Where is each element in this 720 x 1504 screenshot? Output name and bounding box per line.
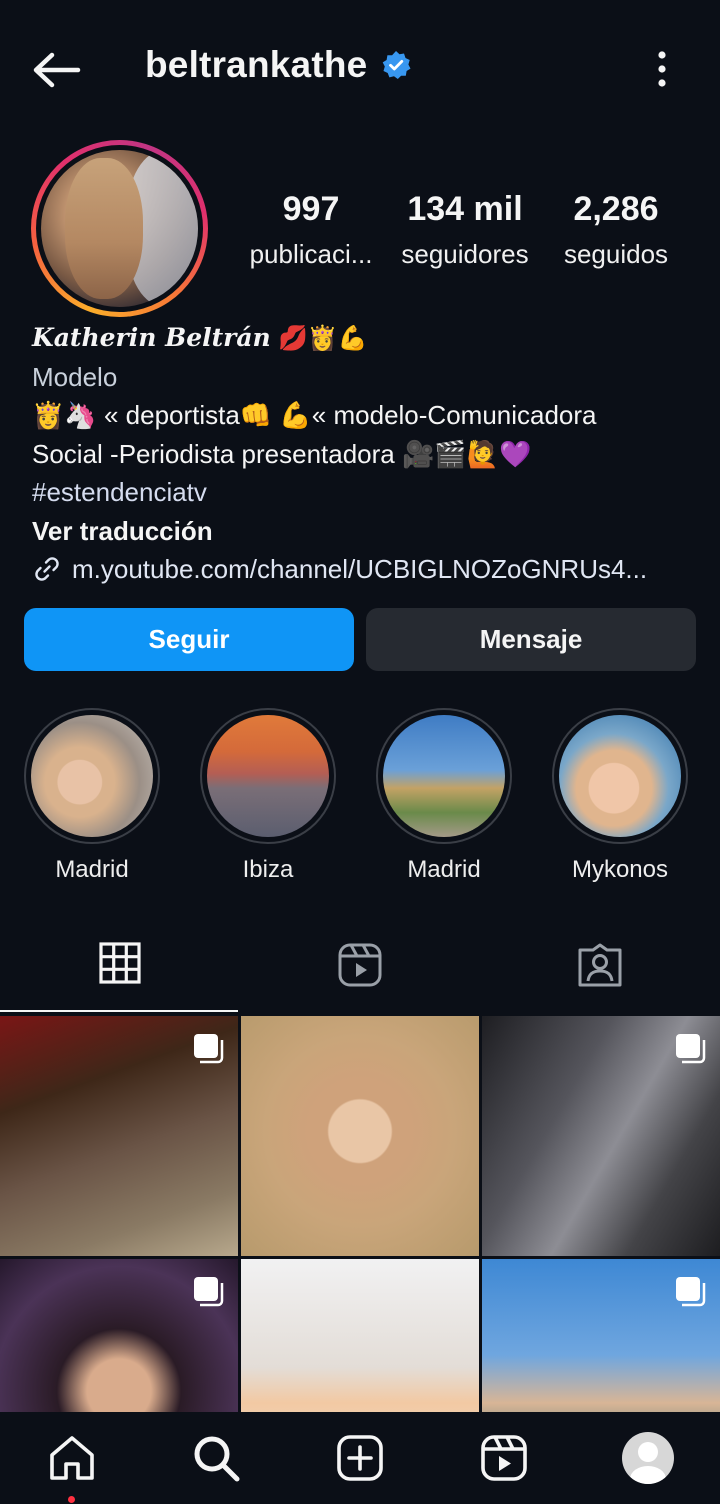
reels-icon — [338, 943, 382, 987]
highlight-cover — [559, 715, 681, 837]
username-row: beltrankathe — [145, 44, 411, 86]
reels-icon — [481, 1435, 527, 1481]
nav-reels[interactable] — [478, 1432, 530, 1484]
grid-post[interactable] — [0, 1016, 238, 1256]
tagged-icon — [578, 943, 622, 987]
username: beltrankathe — [145, 44, 368, 85]
highlight-mykonos[interactable]: Mykonos — [552, 708, 688, 884]
grid-post[interactable] — [482, 1259, 720, 1412]
carousel-icon — [676, 1034, 706, 1064]
category-label: Modelo — [32, 361, 118, 392]
bio-line-1: 👸🦄 « deportista👊 💪« modelo-Comunicadora — [32, 400, 597, 430]
nav-create[interactable] — [334, 1432, 386, 1484]
highlight-label: Madrid — [55, 856, 129, 883]
display-name-row: Katherin Beltrán 💋👸💪 — [32, 318, 692, 358]
grid-post[interactable] — [0, 1259, 238, 1412]
top-bar: beltrankathe — [0, 0, 720, 140]
verified-badge-icon — [383, 51, 411, 79]
bottom-nav — [0, 1412, 720, 1504]
following-count[interactable]: 2,286 seguidos — [556, 190, 676, 270]
grid-icon — [99, 942, 141, 984]
highlight-cover — [31, 715, 153, 837]
highlight-cover — [207, 715, 329, 837]
message-button[interactable]: Mensaje — [366, 608, 696, 671]
highlight-ibiza[interactable]: Ibiza — [200, 708, 336, 884]
notification-dot — [68, 1496, 75, 1503]
profile-icon — [622, 1432, 674, 1484]
display-name-emojis: 💋👸💪 — [277, 324, 368, 352]
posts-count[interactable]: 997 publicaci... — [244, 190, 378, 270]
highlight-label: Ibiza — [242, 856, 294, 883]
nav-search[interactable] — [190, 1432, 242, 1484]
posts-grid — [0, 1014, 720, 1412]
bio-line-2: Social -Periodista presentadora 🎥🎬🙋💜 — [32, 438, 532, 469]
carousel-icon — [676, 1277, 706, 1307]
external-link-text: m.youtube.com/channel/UCBIGLNOZoGNRUs4..… — [72, 554, 648, 584]
profile-tabs — [0, 930, 720, 1014]
create-icon — [337, 1435, 383, 1481]
avatar — [41, 150, 198, 307]
highlight-label: Mykonos — [571, 856, 669, 883]
more-vertical-icon[interactable] — [656, 50, 668, 90]
back-arrow-icon[interactable] — [30, 48, 82, 92]
highlight-label: Madrid — [407, 856, 481, 883]
carousel-icon — [194, 1277, 224, 1307]
nav-home[interactable] — [46, 1432, 98, 1484]
grid-post[interactable] — [241, 1259, 479, 1412]
display-name: Katherin Beltrán — [32, 323, 271, 352]
link-icon — [35, 557, 59, 581]
nav-profile[interactable] — [622, 1432, 674, 1484]
tab-tagged[interactable] — [480, 930, 720, 1014]
hashtag-link[interactable]: #estendenciatv — [32, 473, 692, 512]
grid-post[interactable] — [482, 1016, 720, 1256]
search-icon — [194, 1436, 240, 1482]
carousel-icon — [194, 1034, 224, 1064]
follow-button[interactable]: Seguir — [24, 608, 354, 671]
external-link[interactable]: m.youtube.com/channel/UCBIGLNOZoGNRUs4..… — [32, 550, 692, 589]
home-icon — [50, 1436, 94, 1480]
profile-bio: Katherin Beltrán 💋👸💪 Modelo 👸🦄 « deporti… — [32, 318, 692, 589]
active-tab-indicator — [0, 1010, 238, 1012]
tab-posts[interactable] — [0, 930, 240, 1014]
translate-button[interactable]: Ver traducción — [32, 512, 692, 551]
highlight-madrid-2[interactable]: Madrid — [376, 708, 512, 884]
tab-reels[interactable] — [240, 930, 480, 1014]
profile-avatar[interactable] — [31, 140, 208, 317]
highlight-madrid[interactable]: Madrid — [24, 708, 160, 884]
followers-count[interactable]: 134 mil seguidores — [394, 190, 536, 270]
highlight-cover — [383, 715, 505, 837]
grid-post[interactable] — [241, 1016, 479, 1256]
